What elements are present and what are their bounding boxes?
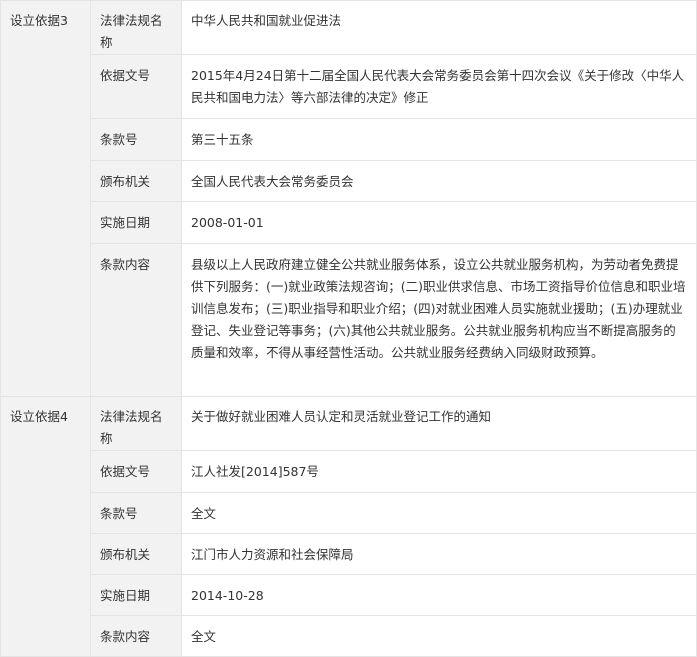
field-value-doc-number: 江人社发[2014]587号 xyxy=(181,450,697,493)
field-value-law-name: 关于做好就业困难人员认定和灵活就业登记工作的通知 xyxy=(181,396,697,451)
group-label-basis-4: 设立依据4 xyxy=(0,396,91,657)
field-value-article-number: 第三十五条 xyxy=(181,118,697,161)
table-row: 条款内容 全文 xyxy=(1,615,697,657)
field-value-effective-date: 2014-10-28 xyxy=(181,574,697,616)
field-value-issuing-authority: 全国人民代表大会常务委员会 xyxy=(181,160,697,202)
table-row: 设立依据4 法律法规名称 关于做好就业困难人员认定和灵活就业登记工作的通知 xyxy=(0,396,697,657)
field-label-issuing-authority: 颁布机关 xyxy=(90,160,182,202)
field-label-article-content: 条款内容 xyxy=(90,615,182,657)
field-label-law-name: 法律法规名称 xyxy=(90,0,182,55)
table-row: 条款号 第三十五条 xyxy=(1,118,697,161)
legal-basis-table: 设立依据3 法律法规名称 中华人民共和国就业促进法 依据文号 2015年4月24… xyxy=(0,0,697,657)
field-label-doc-number: 依据文号 xyxy=(90,450,182,493)
table-row: 设立依据3 法律法规名称 中华人民共和国就业促进法 xyxy=(0,0,697,397)
field-label-effective-date: 实施日期 xyxy=(90,574,182,616)
table-row: 依据文号 江人社发[2014]587号 xyxy=(1,450,697,493)
table-row: 实施日期 2014-10-28 xyxy=(1,574,697,616)
field-value-doc-number: 2015年4月24日第十二届全国人民代表大会常务委员会第十四次会议《关于修改〈中… xyxy=(181,54,697,119)
field-value-article-number: 全文 xyxy=(181,492,697,534)
field-label-law-name: 法律法规名称 xyxy=(90,396,182,451)
field-label-article-number: 条款号 xyxy=(90,492,182,534)
field-label-article-number: 条款号 xyxy=(90,118,182,161)
field-label-article-content: 条款内容 xyxy=(90,243,182,397)
table-row: 颁布机关 全国人民代表大会常务委员会 xyxy=(1,160,697,202)
table-row: 依据文号 2015年4月24日第十二届全国人民代表大会常务委员会第十四次会议《关… xyxy=(1,54,697,119)
field-value-article-content: 全文 xyxy=(181,615,697,657)
field-label-effective-date: 实施日期 xyxy=(90,201,182,244)
field-value-law-name: 中华人民共和国就业促进法 xyxy=(181,0,697,55)
field-value-article-content: 县级以上人民政府建立健全公共就业服务体系，设立公共就业服务机构，为劳动者免费提供… xyxy=(181,243,697,397)
table-row: 条款号 全文 xyxy=(1,492,697,534)
table-row: 实施日期 2008-01-01 xyxy=(1,201,697,244)
table-row: 颁布机关 江门市人力资源和社会保障局 xyxy=(1,533,697,575)
field-value-issuing-authority: 江门市人力资源和社会保障局 xyxy=(181,533,697,575)
field-label-issuing-authority: 颁布机关 xyxy=(90,533,182,575)
group-label-basis-3: 设立依据3 xyxy=(0,0,91,397)
field-value-effective-date: 2008-01-01 xyxy=(181,201,697,244)
field-label-doc-number: 依据文号 xyxy=(90,54,182,119)
table-row: 条款内容 县级以上人民政府建立健全公共就业服务体系，设立公共就业服务机构，为劳动… xyxy=(1,243,697,397)
